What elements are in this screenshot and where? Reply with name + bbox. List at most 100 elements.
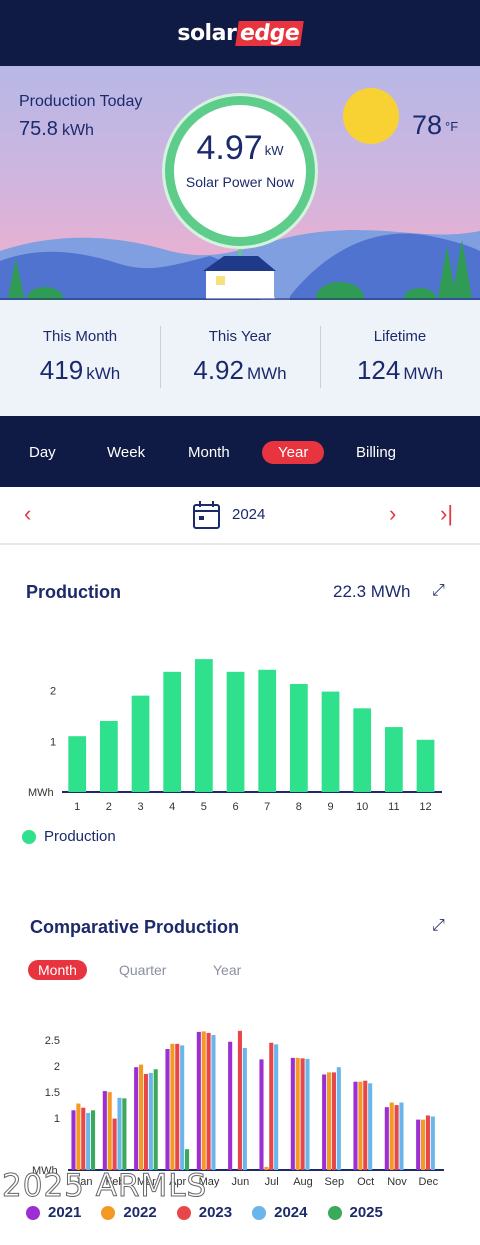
comparative-bar (81, 1107, 86, 1170)
comparative-bar (295, 1057, 300, 1170)
comparative-legend: 2021 2022 2023 2024 2025 (26, 1204, 383, 1221)
x-tick-label: Dec (419, 1176, 439, 1188)
x-tick-label: 7 (264, 801, 270, 813)
stat-this-month: This Month 419 kWh (39, 328, 121, 385)
x-tick-label: 11 (388, 801, 399, 813)
production-bar (353, 708, 372, 792)
x-tick-label: 5 (201, 801, 207, 813)
comparative-bar (394, 1105, 399, 1170)
production-total: 22.3 MWh (333, 582, 411, 601)
comparative-bar (368, 1083, 373, 1170)
segment-quarter[interactable]: Quarter (119, 962, 166, 978)
segment-year[interactable]: Year (213, 962, 241, 978)
comparative-bar (228, 1041, 233, 1170)
comparative-title: Comparative Production (30, 917, 240, 937)
comparative-bar (90, 1110, 96, 1170)
solaredge-logo: solar edge (177, 20, 305, 46)
production-bar (163, 671, 182, 792)
x-tick-label: Jun (231, 1176, 249, 1188)
comparative-bar (206, 1032, 211, 1170)
tab-billing[interactable]: Billing (356, 441, 396, 464)
legend-dot (252, 1206, 267, 1221)
x-tick-label: 3 (137, 801, 143, 813)
production-bar (131, 695, 150, 792)
x-tick-label: 1 (74, 801, 80, 813)
x-tick-label: Aug (293, 1176, 313, 1188)
comparative-bar (399, 1102, 404, 1170)
comparative-bar (102, 1091, 107, 1170)
comparative-expand-icon[interactable]: ⤢ (432, 917, 445, 935)
tab-year[interactable]: Year (262, 441, 325, 464)
app-header: solar edge (0, 0, 480, 66)
legend-dot (176, 1206, 191, 1221)
solar-power-label: Solar Power Now (185, 174, 295, 190)
comparative-bar (421, 1119, 426, 1170)
comparative-bar (242, 1047, 247, 1170)
comparative-bar (76, 1103, 81, 1170)
comparative-bar (331, 1072, 336, 1170)
sun-icon (343, 88, 399, 144)
tab-week[interactable]: Week (107, 441, 145, 464)
production-bar (321, 691, 340, 792)
comparative-bar (86, 1112, 91, 1170)
comparative-bar (389, 1102, 394, 1170)
y-axis-label: MWh (28, 787, 54, 799)
comparative-bar (384, 1107, 389, 1170)
comparative-bar (327, 1072, 332, 1170)
hero-panel: Production Today 75.8 kWh 78 °F 4.97 kW Sol… (0, 66, 480, 300)
chevron-left-icon[interactable]: ‹ (24, 501, 31, 527)
x-tick-label: 12 (419, 801, 431, 813)
comparative-bar (336, 1067, 341, 1170)
production-chart: MWh121 2 3 4 5 6 7 8 9 10 11 12 (28, 659, 442, 813)
legend-label: 2024 (274, 1204, 308, 1221)
comparative-bar (416, 1119, 421, 1170)
comparative-bar (363, 1080, 368, 1170)
comparative-bar (300, 1058, 305, 1170)
legend-dot (101, 1206, 116, 1221)
tab-day[interactable]: Day (29, 441, 56, 464)
stat-lifetime: Lifetime 124 MWh (320, 300, 480, 416)
legend-label: 2022 (123, 1204, 157, 1221)
comparative-bar (264, 1166, 269, 1170)
segment-month[interactable]: Month (28, 960, 87, 980)
y-tick-label: 2 (50, 686, 56, 698)
legend-item: 2022 (101, 1204, 157, 1221)
legend-item: 2024 (252, 1204, 308, 1221)
tab-month[interactable]: Month (188, 441, 230, 464)
chevron-right-icon[interactable]: › (389, 501, 396, 527)
calendar-icon[interactable] (192, 500, 222, 530)
legend-dot (327, 1206, 342, 1221)
period-tabs: Day Week Month Year Billing (0, 416, 480, 487)
comparative-bar (122, 1098, 127, 1170)
comparative-bar (180, 1045, 185, 1170)
legend-label: 2025 (349, 1204, 383, 1221)
comparative-bar (211, 1035, 216, 1170)
x-tick-label: 4 (169, 801, 175, 813)
comparative-bar (290, 1057, 295, 1170)
watermark: 2025 ARMLS (1, 1168, 208, 1205)
x-tick-label: Oct (357, 1176, 374, 1188)
production-bar (258, 669, 277, 792)
y-tick-label: 2 (54, 1061, 60, 1073)
comparative-bar (148, 1072, 153, 1170)
y-tick-label: 1 (50, 736, 56, 748)
expand-icon[interactable]: ⤢ (432, 582, 445, 600)
solar-power-value: 4.97 (196, 129, 263, 167)
x-tick-label: 2 (106, 801, 112, 813)
comparative-bar (274, 1044, 279, 1170)
selected-year: 2024 (232, 506, 266, 523)
skip-to-end-icon[interactable]: ›| (440, 501, 453, 527)
comparative-bar (112, 1118, 117, 1170)
comparative-bar (353, 1081, 358, 1170)
comparative-bar (259, 1059, 264, 1170)
production-bar (100, 721, 118, 792)
legend-label: 2023 (198, 1204, 233, 1221)
solar-power-gauge: 4.97 kW Solar Power Now (165, 96, 315, 246)
legend-item: 2021 (26, 1204, 81, 1221)
comparative-bar (117, 1097, 122, 1170)
stat-this-year: This Year 4.92 MWh (160, 300, 320, 416)
comparative-bar (143, 1073, 148, 1170)
x-tick-label: Sep (325, 1176, 345, 1188)
comparative-bar (269, 1042, 274, 1170)
comparative-bar (184, 1149, 190, 1170)
